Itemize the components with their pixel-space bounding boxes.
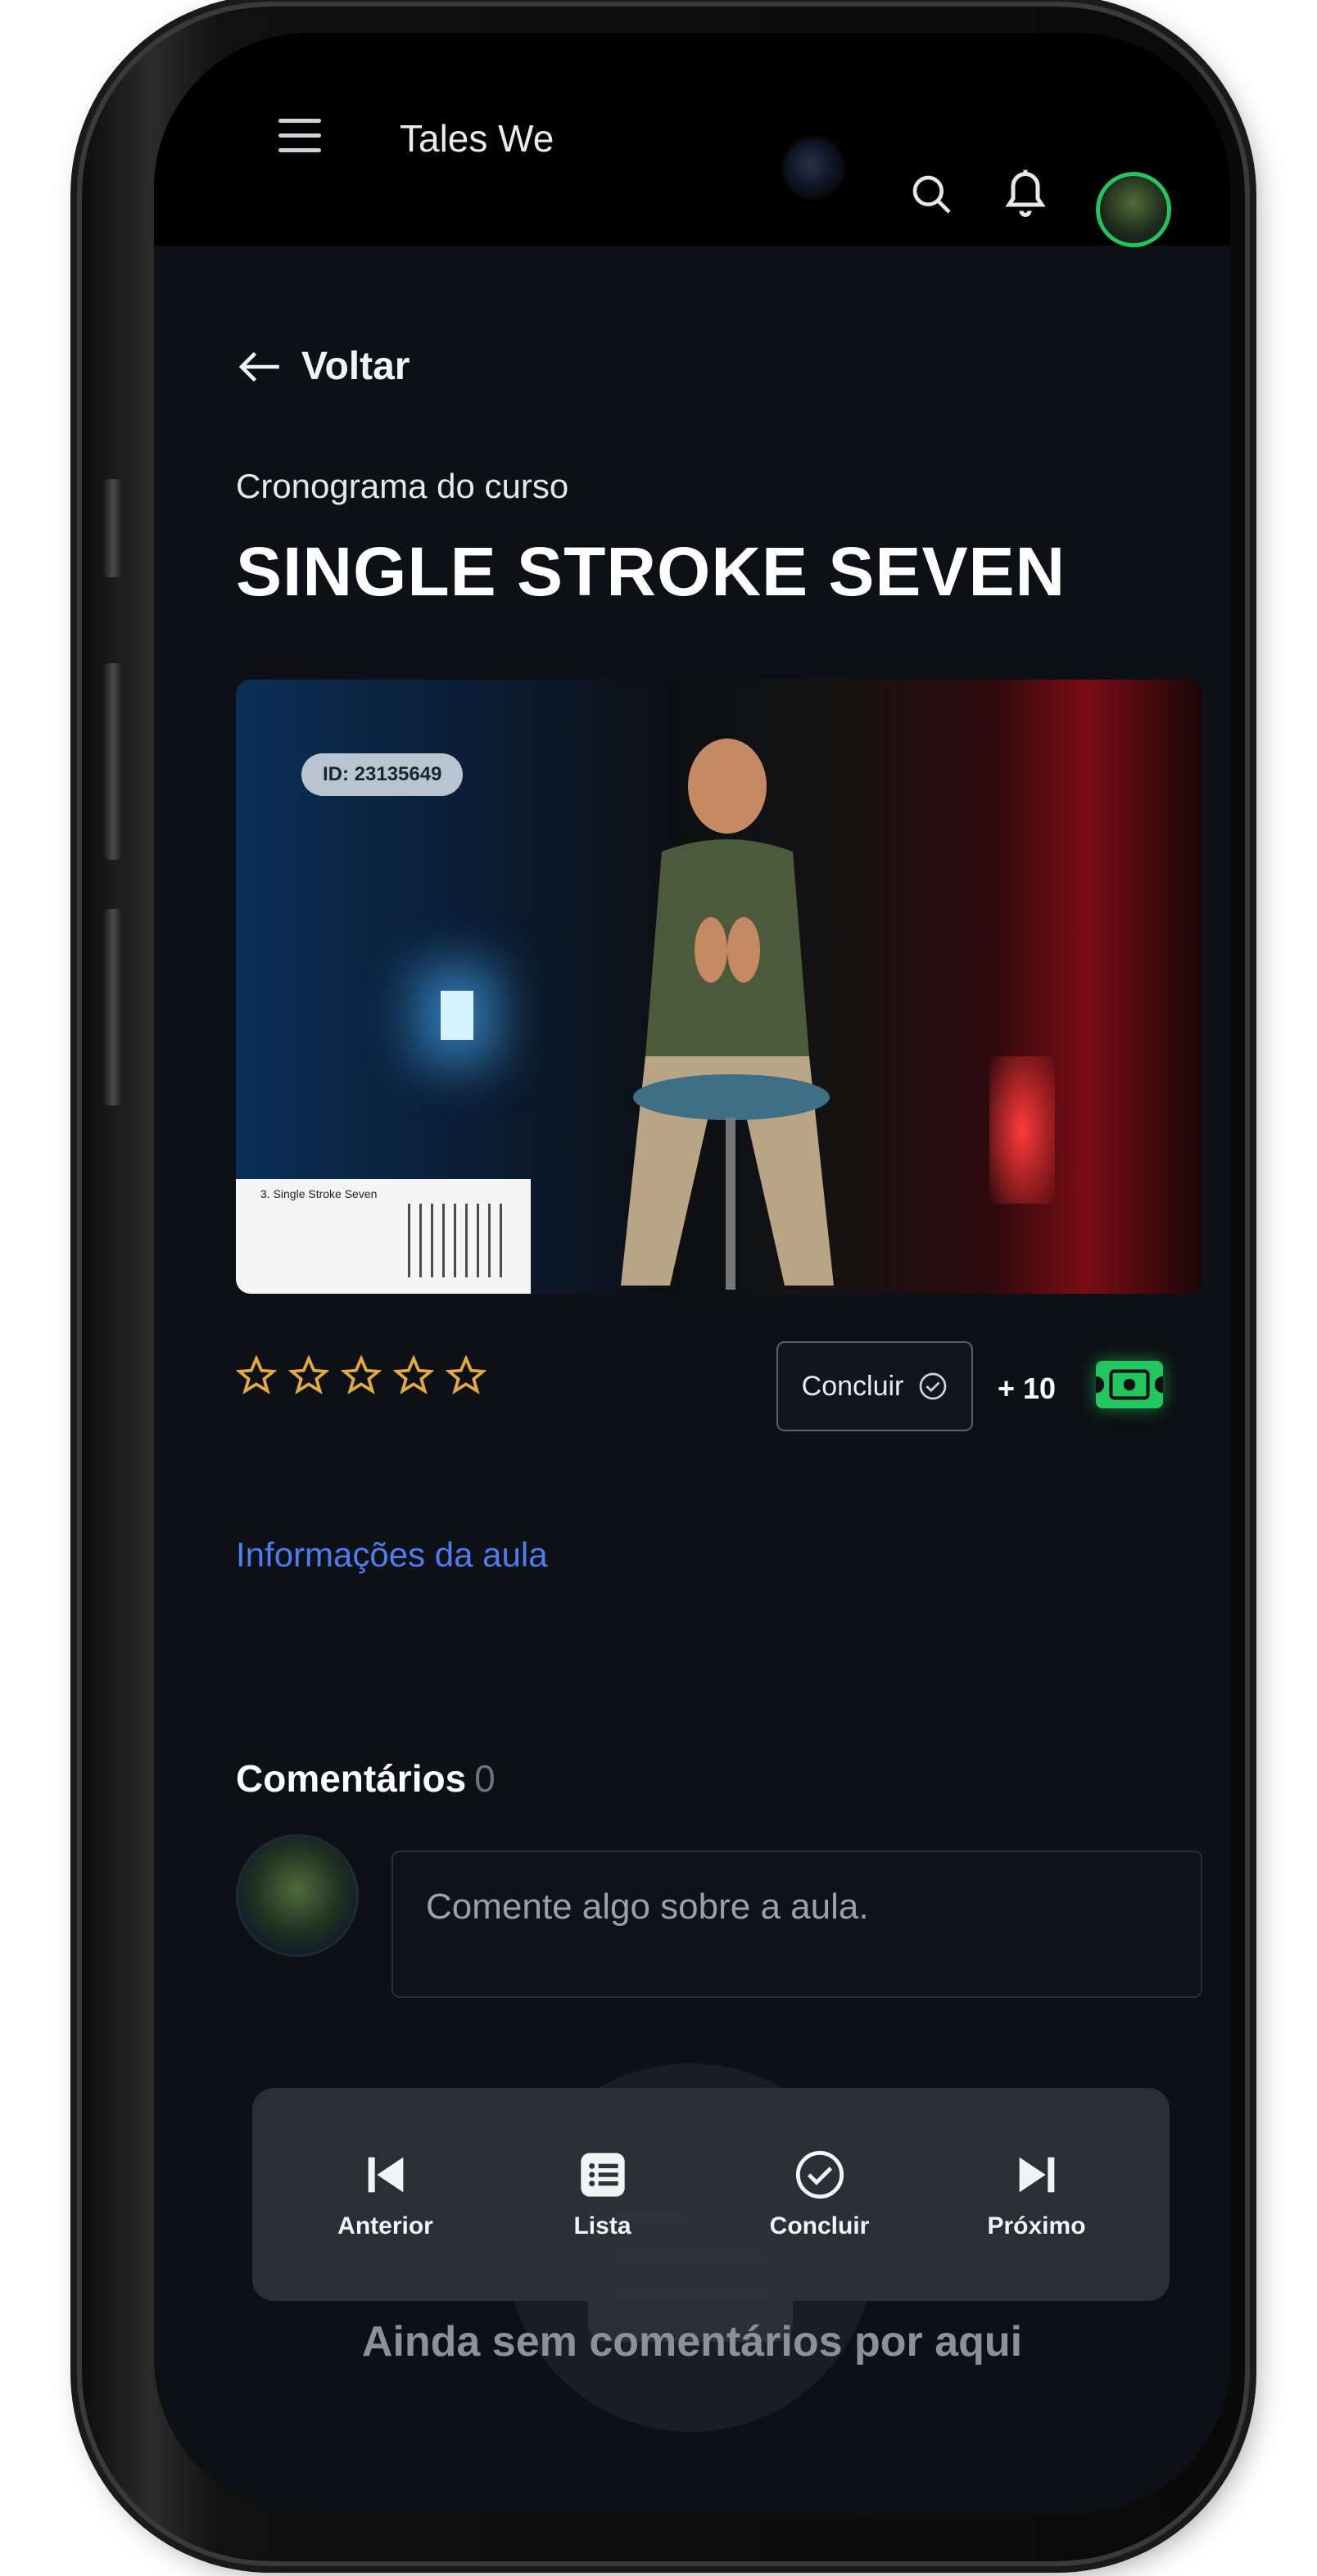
video-id-badge: ID: 23135649 <box>301 753 464 796</box>
red-light <box>989 1056 1055 1204</box>
phone-screen: Tales We Voltar Cronograma do curso SING… <box>154 33 1230 2514</box>
instructor-figure <box>621 739 834 1290</box>
lesson-bottom-nav: Anterior Lista Concluir Próximo <box>252 2088 1170 2301</box>
complete-nav-label: Concluir <box>769 2212 870 2239</box>
star-outline-icon[interactable] <box>288 1355 329 1396</box>
points-reward: + 10 <box>998 1372 1057 1405</box>
check-circle-icon <box>795 2150 844 2199</box>
empty-comments-text: Ainda sem comentários por aqui <box>361 2318 1023 2366</box>
sheet-caption: 3. Single Stroke Seven <box>260 1187 378 1200</box>
hamburger-menu-icon[interactable] <box>278 119 321 155</box>
front-camera <box>785 139 842 197</box>
bell-icon[interactable] <box>1001 164 1050 221</box>
rating-stars <box>236 1355 487 1396</box>
app-title: Tales We <box>400 117 554 160</box>
ticket-icon <box>1096 1361 1163 1408</box>
top-app-bar: Tales We <box>154 33 1230 247</box>
complete-nav-button[interactable]: Concluir <box>738 2149 902 2240</box>
volume-down-button <box>103 909 123 1105</box>
video-player[interactable]: ID: 23135649 3. Single Stroke Seven <box>236 680 1202 1294</box>
star-outline-icon[interactable] <box>446 1355 487 1396</box>
list-icon <box>580 2153 625 2197</box>
comment-input[interactable]: Comente algo sobre a aula. <box>391 1851 1202 1998</box>
previous-lesson-button[interactable]: Anterior <box>304 2149 468 2240</box>
comments-title: Comentários <box>236 1757 467 1800</box>
comments-count: 0 <box>474 1757 496 1800</box>
back-label: Voltar <box>301 345 410 388</box>
lesson-title: SINGLE STROKE SEVEN <box>236 533 1066 610</box>
volume-up-button <box>103 663 123 860</box>
lesson-info-link[interactable]: Informações da aula <box>236 1535 548 1575</box>
blue-light <box>441 991 473 1040</box>
search-icon[interactable] <box>909 172 955 218</box>
check-circle-icon <box>920 1372 947 1400</box>
course-subtitle: Cronograma do curso <box>236 467 569 505</box>
list-label: Lista <box>573 2212 631 2239</box>
lesson-list-button[interactable]: Lista <box>521 2149 685 2240</box>
back-button[interactable]: Voltar <box>236 344 410 389</box>
user-avatar[interactable] <box>1096 172 1171 247</box>
next-label: Próximo <box>987 2212 1086 2239</box>
previous-label: Anterior <box>337 2212 433 2239</box>
silent-switch <box>103 479 123 577</box>
skip-next-icon <box>1019 2157 1054 2193</box>
arrow-left-icon <box>238 351 279 382</box>
complete-button-label: Concluir <box>801 1370 904 1402</box>
star-outline-icon[interactable] <box>236 1355 277 1396</box>
commenter-avatar <box>236 1834 359 1957</box>
star-outline-icon[interactable] <box>393 1355 434 1396</box>
skip-previous-icon <box>368 2157 403 2193</box>
star-outline-icon[interactable] <box>341 1355 382 1396</box>
complete-lesson-button[interactable]: Concluir <box>776 1341 973 1431</box>
music-notation <box>408 1204 506 1277</box>
music-sheet-card: 3. Single Stroke Seven <box>236 1179 531 1294</box>
next-lesson-button[interactable]: Próximo <box>955 2149 1119 2240</box>
comments-heading: Comentários 0 <box>236 1756 496 1801</box>
